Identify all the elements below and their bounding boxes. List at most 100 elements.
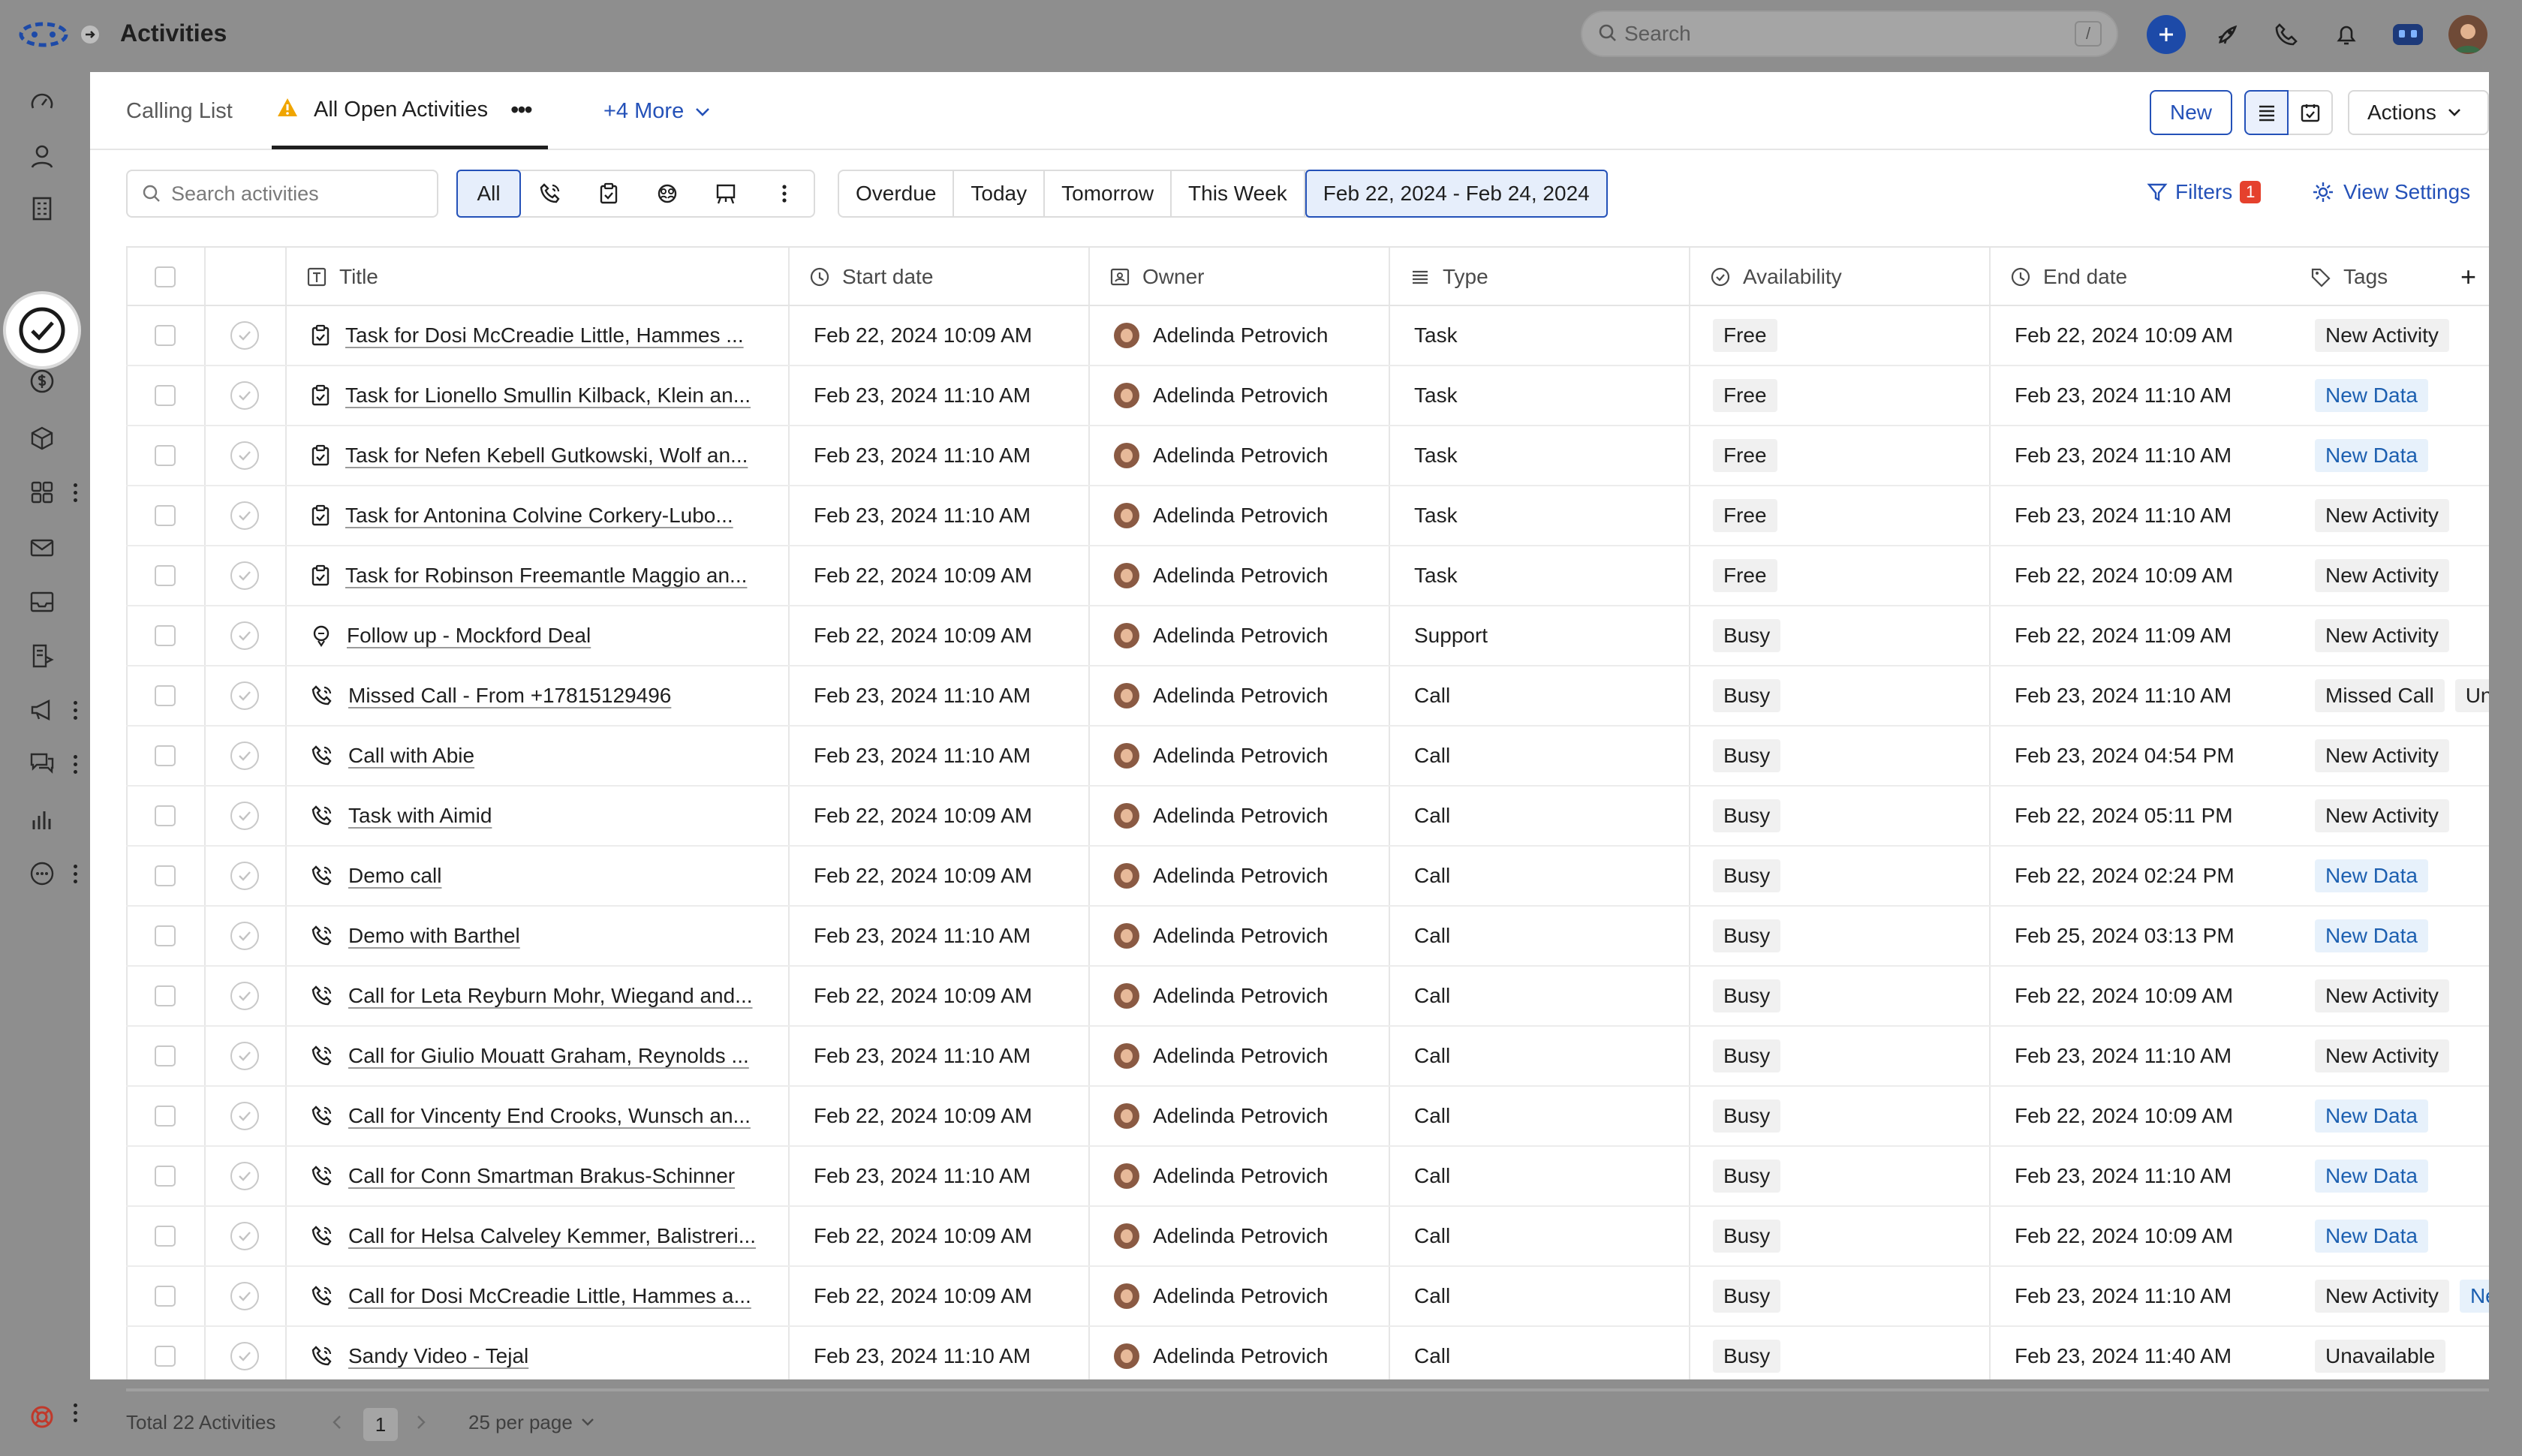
deals-dollar-icon[interactable] — [27, 366, 57, 396]
type-more-vertical-dots-icon[interactable] — [755, 171, 814, 216]
title-cell[interactable]: Follow up - Mockford Deal — [285, 606, 787, 665]
table-row[interactable]: Task for Dosi McCreadie Little, Hammes .… — [126, 306, 2489, 366]
mark-done-button[interactable] — [204, 306, 285, 365]
mark-done-button[interactable] — [204, 907, 285, 965]
apps-grid-icon[interactable] — [24, 474, 60, 510]
horizontal-scrollbar[interactable] — [126, 1388, 2489, 1391]
global-search-input[interactable]: Search / — [1581, 11, 2118, 57]
row-checkbox[interactable] — [126, 366, 204, 425]
campaigns-more-icon[interactable] — [69, 695, 81, 725]
row-checkbox[interactable] — [126, 306, 204, 365]
activity-title-link[interactable]: Demo with Barthel — [348, 924, 520, 948]
row-checkbox[interactable] — [126, 1207, 204, 1265]
table-row[interactable]: Demo call Feb 22, 2024 10:09 AM Adelinda P… — [126, 847, 2489, 907]
table-row[interactable]: Call for Leta Reyburn Mohr, Wiegand and.… — [126, 967, 2489, 1027]
apps-more-icon[interactable] — [69, 477, 81, 507]
mark-done-button[interactable] — [204, 967, 285, 1025]
email-envelope-icon[interactable] — [24, 530, 60, 566]
row-checkbox[interactable] — [126, 666, 204, 725]
row-checkbox[interactable] — [126, 546, 204, 605]
mark-done-button[interactable] — [204, 366, 285, 425]
more-options-dots-icon[interactable] — [69, 859, 81, 889]
tab-options-dots-icon[interactable]: ••• — [510, 96, 533, 124]
mark-done-button[interactable] — [204, 606, 285, 665]
title-cell[interactable]: Call for Vincenty End Crooks, Wunsch an.… — [285, 1087, 787, 1145]
row-checkbox[interactable] — [126, 847, 204, 905]
activity-title-link[interactable]: Call for Helsa Calveley Kemmer, Balistre… — [348, 1224, 756, 1248]
activity-title-link[interactable]: Call for Leta Reyburn Mohr, Wiegand and.… — [348, 984, 753, 1008]
activity-title-link[interactable]: Call with Abie — [348, 744, 474, 768]
column-type[interactable]: Type — [1389, 248, 1488, 306]
column-title[interactable]: Title — [285, 248, 378, 306]
row-checkbox[interactable] — [126, 967, 204, 1025]
help-lifebuoy-icon[interactable] — [24, 1399, 60, 1435]
app-logo[interactable] — [18, 21, 69, 48]
activities-check-icon[interactable] — [3, 291, 81, 369]
table-row[interactable]: Call for Dosi McCreadie Little, Hammes a… — [126, 1267, 2489, 1327]
mark-done-button[interactable] — [204, 426, 285, 485]
select-all-checkbox[interactable] — [126, 248, 204, 306]
table-row[interactable]: Task with Aimid Feb 22, 2024 10:09 AM Adel… — [126, 787, 2489, 847]
column-start-date[interactable]: Start date — [788, 248, 933, 306]
collapse-sidebar-icon[interactable] — [78, 23, 102, 47]
activity-title-link[interactable]: Call for Conn Smartman Brakus-Schinner — [348, 1164, 735, 1188]
row-checkbox[interactable] — [126, 787, 204, 845]
title-cell[interactable]: Call for Giulio Mouatt Graham, Reynolds … — [285, 1027, 787, 1085]
per-page-select[interactable]: 25 per page — [468, 1405, 595, 1439]
row-checkbox[interactable] — [126, 1027, 204, 1085]
table-row[interactable]: Follow up - Mockford Deal Feb 22, 2024 10… — [126, 606, 2489, 666]
table-row[interactable]: Demo with Barthel Feb 23, 2024 11:10 AM Ad… — [126, 907, 2489, 967]
table-row[interactable]: Call for Helsa Calveley Kemmer, Balistre… — [126, 1207, 2489, 1267]
tab-all-open-activities[interactable]: All Open Activities ••• — [276, 96, 533, 124]
title-cell[interactable]: Task for Dosi McCreadie Little, Hammes .… — [285, 306, 787, 365]
bell-icon[interactable] — [2327, 15, 2366, 54]
row-checkbox[interactable] — [126, 606, 204, 665]
title-cell[interactable]: Demo with Barthel — [285, 907, 787, 965]
row-checkbox[interactable] — [126, 1327, 204, 1379]
title-cell[interactable]: Call for Helsa Calveley Kemmer, Balistre… — [285, 1207, 787, 1265]
title-cell[interactable]: Task for Nefen Kebell Gutkowski, Wolf an… — [285, 426, 787, 485]
row-checkbox[interactable] — [126, 726, 204, 785]
activity-title-link[interactable]: Demo call — [348, 864, 441, 888]
mark-done-button[interactable] — [204, 546, 285, 605]
title-cell[interactable]: Task for Lionello Smullin Kilback, Klein… — [285, 366, 787, 425]
campaigns-megaphone-icon[interactable] — [24, 692, 60, 728]
table-row[interactable]: Call for Giulio Mouatt Graham, Reynolds … — [126, 1027, 2489, 1087]
actions-dropdown[interactable]: Actions — [2348, 90, 2489, 135]
row-checkbox[interactable] — [126, 426, 204, 485]
column-tags[interactable]: Tags — [2289, 248, 2388, 306]
table-row[interactable]: Call with Abie Feb 23, 2024 11:10 AM Adeli… — [126, 726, 2489, 787]
activity-title-link[interactable]: Task with Aimid — [348, 804, 492, 828]
mark-done-button[interactable] — [204, 666, 285, 725]
view-settings-button[interactable]: View Settings — [2312, 180, 2470, 204]
mark-done-button[interactable] — [204, 1027, 285, 1085]
calendar-view-icon[interactable] — [2289, 90, 2333, 135]
title-cell[interactable]: Call for Leta Reyburn Mohr, Wiegand and.… — [285, 967, 787, 1025]
rocket-icon[interactable] — [2208, 15, 2247, 54]
title-cell[interactable]: Task for Antonina Colvine Corkery-Lubo..… — [285, 486, 787, 545]
mark-done-button[interactable] — [204, 1327, 285, 1379]
activity-title-link[interactable]: Call for Dosi McCreadie Little, Hammes a… — [348, 1284, 751, 1308]
title-cell[interactable]: Call with Abie — [285, 726, 787, 785]
conversations-more-icon[interactable] — [69, 749, 81, 779]
table-row[interactable]: Missed Call - From +17815129496 Feb 23, 2… — [126, 666, 2489, 726]
mark-done-button[interactable] — [204, 1147, 285, 1205]
type-call-phone-icon[interactable] — [521, 171, 579, 216]
tab-more-views[interactable]: +4 More — [603, 99, 711, 124]
title-cell[interactable]: Missed Call - From +17815129496 — [285, 666, 787, 725]
companies-building-icon[interactable] — [24, 191, 60, 227]
date-filter-today[interactable]: Today — [954, 171, 1046, 216]
mark-done-button[interactable] — [204, 726, 285, 785]
filters-button[interactable]: Filters 1 — [2147, 180, 2262, 204]
documents-sign-icon[interactable] — [24, 638, 60, 674]
type-filter-all[interactable]: All — [456, 170, 521, 218]
row-checkbox[interactable] — [126, 1147, 204, 1205]
products-box-icon[interactable] — [24, 420, 60, 456]
activity-title-link[interactable]: Follow up - Mockford Deal — [347, 624, 591, 648]
prev-page-chevron-icon[interactable] — [330, 1405, 344, 1439]
dashboard-gauge-icon[interactable] — [24, 84, 60, 120]
title-cell[interactable]: Task for Robinson Freemantle Maggio an..… — [285, 546, 787, 605]
type-presentation-board-icon[interactable] — [697, 171, 755, 216]
inbox-tray-icon[interactable] — [24, 584, 60, 620]
table-row[interactable]: Sandy Video - Tejal Feb 23, 2024 11:10 AM… — [126, 1327, 2489, 1379]
